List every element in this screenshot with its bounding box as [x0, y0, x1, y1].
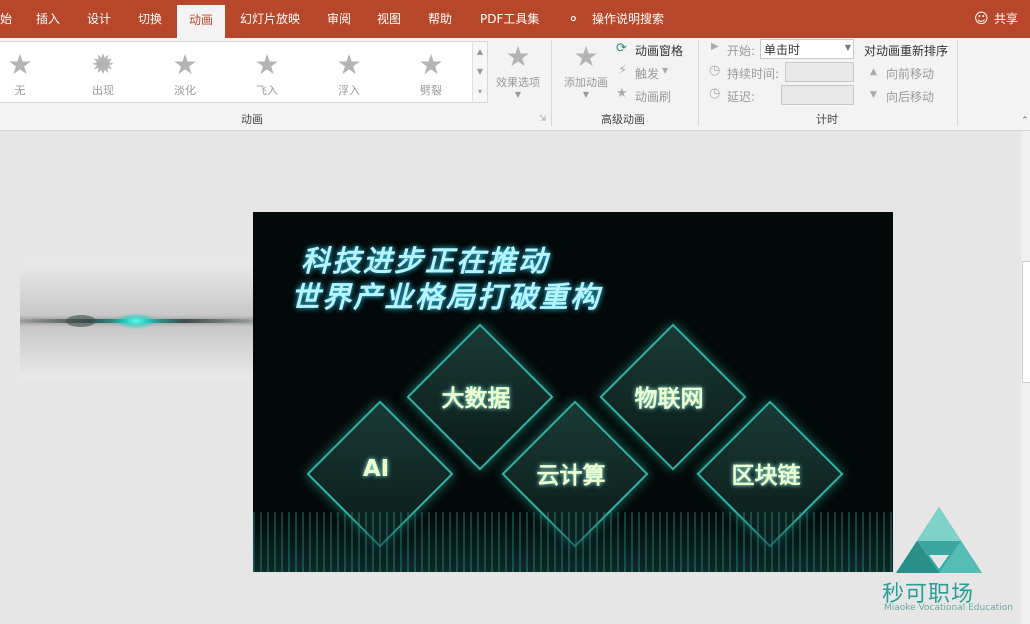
- animation-pane-button[interactable]: 动画窗格: [635, 42, 683, 59]
- gallery-fly-in[interactable]: ★ 飞入: [237, 48, 297, 98]
- animation-pane-icon: ⟳: [616, 41, 627, 56]
- reorder-title: 对动画重新排序: [864, 44, 949, 58]
- tab-home[interactable]: 始: [0, 0, 12, 38]
- chevron-down-icon: ▼: [582, 90, 590, 99]
- star-icon: ★: [172, 48, 198, 81]
- animation-painter-button[interactable]: 动画刷: [635, 88, 671, 105]
- arrow-down-icon: ▼: [870, 90, 877, 100]
- slide[interactable]: 科技进步正在推动 世界产业格局打破重构 大数据 物联网 AI 云计算 区块链: [253, 212, 893, 572]
- tab-slideshow[interactable]: 幻灯片放映: [240, 0, 300, 38]
- chevron-down-icon: ▼: [662, 66, 669, 75]
- city-skyline-decoration: [253, 512, 893, 572]
- painter-star-icon: ★: [616, 86, 628, 101]
- duration-field[interactable]: [785, 62, 854, 82]
- tab-design[interactable]: 设计: [87, 0, 111, 38]
- add-animation-button[interactable]: ★ 添加动画 ▼: [558, 40, 614, 99]
- dialog-launcher-icon[interactable]: ⇲: [539, 114, 547, 124]
- share-button[interactable]: 共享: [994, 0, 1018, 38]
- person-icon: ☺: [974, 11, 989, 27]
- ribbon: ★ 无 ✹ 出现 ★ 淡化 ★ 飞入 ★ 浮入 ★ 劈裂 ▲ ▼ ▾ ★ 效果选…: [0, 38, 1030, 131]
- tab-view[interactable]: 视图: [377, 0, 401, 38]
- gallery-float-in[interactable]: ★ 浮入: [319, 48, 379, 98]
- effect-options-button[interactable]: ★ 效果选项 ▼: [492, 40, 544, 99]
- delay-label: 延迟:: [727, 90, 756, 104]
- star-arrow-icon: ★: [254, 48, 280, 81]
- clock-icon: ◷: [709, 63, 721, 78]
- gallery-none[interactable]: ★ 无: [0, 48, 50, 98]
- play-icon: ▶: [711, 41, 719, 52]
- slide-headline-2[interactable]: 世界产业格局打破重构: [291, 274, 601, 316]
- chevron-down-icon: ▼: [844, 43, 851, 52]
- star-icon: ★: [336, 48, 362, 81]
- ribbon-tab-bar: 始 插入 设计 切换 动画 幻灯片放映 审阅 视图 帮助 PDF工具集 ⚬ 操作…: [0, 0, 1030, 38]
- star-split-icon: ★: [418, 48, 444, 81]
- group-divider: [551, 40, 552, 126]
- tab-insert[interactable]: 插入: [36, 0, 60, 38]
- collapse-ribbon-icon[interactable]: ⌃: [1021, 116, 1029, 126]
- gallery-scroll[interactable]: ▲ ▼ ▾: [472, 42, 487, 102]
- tab-review[interactable]: 审阅: [327, 0, 351, 38]
- move-later-button[interactable]: 向后移动: [886, 88, 934, 105]
- start-select[interactable]: 单击时 ▼: [760, 39, 854, 59]
- trigger-button[interactable]: 触发: [635, 65, 659, 82]
- start-label: 开始:: [727, 44, 756, 58]
- star-plus-icon: ★: [573, 40, 599, 73]
- group-label-timing: 计时: [816, 113, 838, 126]
- lightning-icon: ⚡: [618, 63, 628, 78]
- star-icon: ★: [505, 40, 531, 73]
- group-label-advanced: 高级动画: [601, 113, 645, 126]
- arrow-up-icon: ▲: [870, 67, 877, 77]
- tile-label-ai: AI: [362, 456, 390, 482]
- watermark-subtitle: Miaoke Vocational Education: [884, 603, 1013, 613]
- group-divider: [698, 40, 699, 126]
- tile-label-big-data: 大数据: [441, 386, 511, 412]
- tell-me-search[interactable]: 操作说明搜索: [592, 0, 664, 38]
- chevron-up-icon[interactable]: ▲: [473, 42, 487, 62]
- lens-flare-image[interactable]: [20, 263, 254, 379]
- tile-label-cloud: 云计算: [536, 463, 606, 489]
- lightbulb-icon: ⚬: [567, 10, 580, 28]
- tab-pdf-tools[interactable]: PDF工具集: [480, 0, 539, 38]
- move-earlier-button[interactable]: 向前移动: [886, 65, 934, 82]
- star-icon: ★: [7, 48, 33, 81]
- tab-transitions[interactable]: 切换: [138, 0, 162, 38]
- duration-label: 持续时间:: [727, 67, 780, 81]
- tab-animations[interactable]: 动画: [177, 5, 226, 38]
- animation-gallery: ★ 无 ✹ 出现 ★ 淡化 ★ 飞入 ★ 浮入 ★ 劈裂 ▲ ▼ ▾: [0, 41, 488, 103]
- scrollbar-thumb[interactable]: [1022, 261, 1030, 383]
- starburst-icon: ✹: [91, 48, 115, 81]
- chevron-down-icon: ▼: [514, 90, 522, 99]
- tile-label-iot: 物联网: [634, 386, 704, 412]
- tab-help[interactable]: 帮助: [428, 0, 452, 38]
- vertical-scrollbar[interactable]: [1021, 131, 1030, 624]
- group-divider: [957, 40, 958, 126]
- more-icon[interactable]: ▾: [473, 82, 487, 102]
- tile-label-blockchain: 区块链: [731, 463, 801, 489]
- gallery-fade[interactable]: ★ 淡化: [155, 48, 215, 98]
- gallery-appear[interactable]: ✹ 出现: [73, 48, 133, 98]
- chevron-down-icon[interactable]: ▼: [473, 62, 487, 82]
- delay-field[interactable]: [781, 85, 854, 105]
- delay-clock-icon: ◷: [709, 86, 721, 101]
- group-label-animation: 动画: [241, 113, 263, 126]
- gallery-split[interactable]: ★ 劈裂: [401, 48, 461, 98]
